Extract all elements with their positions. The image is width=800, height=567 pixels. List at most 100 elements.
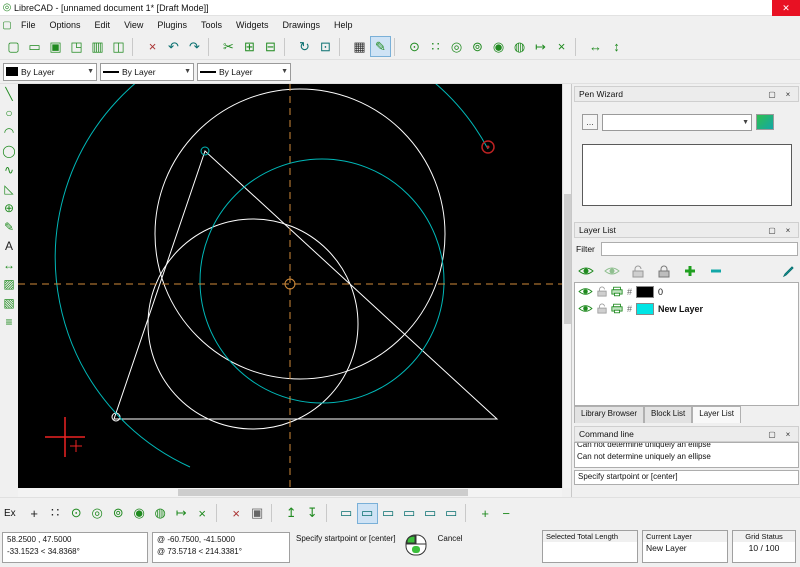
zoom-out-icon[interactable]: − bbox=[496, 503, 517, 524]
relative-zero-icon[interactable]: + bbox=[24, 503, 45, 524]
dock-float-icon[interactable]: ▢ bbox=[766, 88, 778, 100]
snap-center-icon[interactable]: ◉ bbox=[488, 36, 509, 57]
dimension-icon[interactable]: ↔ bbox=[0, 255, 18, 274]
layer-list[interactable]: # 0 # New Layer bbox=[574, 282, 799, 406]
draw-order-raise-icon[interactable]: ▭ bbox=[356, 502, 378, 524]
command-input[interactable]: Specify startpoint or [center] bbox=[574, 470, 799, 485]
layer-name[interactable]: 0 bbox=[658, 287, 663, 297]
cut-icon[interactable]: ✂ bbox=[218, 36, 239, 57]
menu-drawings[interactable]: Drawings bbox=[275, 18, 327, 32]
pen-linetype-combobox[interactable]: By Layer ▼ bbox=[197, 62, 291, 81]
vertical-scrollbar-thumb[interactable] bbox=[564, 194, 571, 324]
tab-layer-list[interactable]: Layer List bbox=[692, 406, 741, 423]
layer-row[interactable]: # New Layer bbox=[575, 300, 798, 317]
zoom-in-icon[interactable]: + bbox=[475, 503, 496, 524]
snap-grid-icon[interactable]: ∷ bbox=[425, 36, 446, 57]
layer-row[interactable]: # 0 bbox=[575, 283, 798, 300]
grid-toggle-icon[interactable]: ▦ bbox=[349, 36, 370, 57]
horizontal-scrollbar-thumb[interactable] bbox=[178, 489, 468, 496]
pencil-icon[interactable]: ✎ bbox=[0, 217, 18, 236]
hatch-icon[interactable]: ▨ bbox=[0, 274, 18, 293]
dock-close-icon[interactable]: × bbox=[782, 224, 794, 236]
horizontal-scrollbar[interactable] bbox=[18, 488, 562, 497]
pen-wizard-combobox[interactable]: ▼ bbox=[602, 113, 752, 131]
lock-all-layers-icon[interactable] bbox=[654, 262, 674, 280]
layer-print-icon[interactable] bbox=[611, 286, 623, 297]
zoom-redraw-icon[interactable]: ↻ bbox=[294, 36, 315, 57]
image-icon[interactable]: ▧ bbox=[0, 293, 18, 312]
menu-widgets[interactable]: Widgets bbox=[229, 18, 276, 32]
dock-float-icon[interactable]: ▢ bbox=[766, 428, 778, 440]
save-as-icon[interactable]: ◳ bbox=[66, 36, 87, 57]
snap-middle-icon[interactable]: ◍ bbox=[509, 36, 530, 57]
draft-mode-icon[interactable]: ✎ bbox=[370, 36, 391, 57]
pen-wizard-options-button[interactable]: … bbox=[582, 114, 598, 130]
dock-float-icon[interactable]: ▢ bbox=[766, 224, 778, 236]
open-document-icon[interactable]: ▭ bbox=[24, 36, 45, 57]
menu-help[interactable]: Help bbox=[327, 18, 360, 32]
zoom-window-icon[interactable]: ⊡ bbox=[315, 36, 336, 57]
arc-icon[interactable]: ◠ bbox=[0, 122, 18, 141]
restrict-horizontal-icon[interactable]: ↔ bbox=[585, 36, 606, 57]
dock-close-icon[interactable]: × bbox=[782, 88, 794, 100]
new-document-icon[interactable]: ▢ bbox=[3, 36, 24, 57]
snap-distance-icon[interactable]: ↦ bbox=[530, 36, 551, 57]
pen-wizard-color-button[interactable] bbox=[756, 114, 774, 130]
layer-filter-input[interactable] bbox=[600, 242, 798, 256]
redo-icon[interactable]: ↷ bbox=[184, 36, 205, 57]
line-icon[interactable]: ╲ bbox=[0, 84, 18, 103]
pen-width-combobox[interactable]: By Layer ▼ bbox=[100, 62, 194, 81]
dock-close-icon[interactable]: × bbox=[782, 428, 794, 440]
restrict-vertical-icon[interactable]: ↕ bbox=[606, 36, 627, 57]
circle-icon[interactable]: ○ bbox=[0, 103, 18, 122]
text-icon[interactable]: A bbox=[0, 236, 18, 255]
menu-edit[interactable]: Edit bbox=[88, 18, 118, 32]
show-all-layers-eye-icon[interactable] bbox=[576, 262, 596, 280]
drawing-canvas[interactable] bbox=[18, 84, 562, 488]
close-window-button[interactable]: ✕ bbox=[772, 0, 800, 16]
pen-color-combobox[interactable]: By Layer ▼ bbox=[3, 62, 97, 81]
statusbar-toggle-icon[interactable]: ▭ bbox=[441, 503, 462, 524]
snap-middle-icon[interactable]: ◍ bbox=[150, 503, 171, 524]
command-history[interactable]: Can not determine uniquely an ellipse Ca… bbox=[574, 442, 799, 468]
pen-wizard-listbox[interactable] bbox=[582, 144, 792, 206]
layer-construction-icon[interactable]: # bbox=[627, 304, 632, 314]
undo-icon[interactable]: ↶ bbox=[163, 36, 184, 57]
draw-order-top-icon[interactable]: ▭ bbox=[336, 503, 357, 524]
snap-intersection-icon[interactable]: × bbox=[551, 36, 572, 57]
paste-icon[interactable]: ⊟ bbox=[260, 36, 281, 57]
snap-free-icon[interactable]: ⊙ bbox=[66, 503, 87, 524]
draw-order-bottom-icon[interactable]: ▭ bbox=[399, 503, 420, 524]
spline-icon[interactable]: ∿ bbox=[0, 160, 18, 179]
print-icon[interactable]: ▥ bbox=[87, 36, 108, 57]
restrict-horizontal-icon[interactable]: ↧ bbox=[302, 503, 323, 524]
draw-order-lower-icon[interactable]: ▭ bbox=[378, 503, 399, 524]
snap-on-entity-icon[interactable]: ⊚ bbox=[467, 36, 488, 57]
layer-visible-eye-icon[interactable] bbox=[578, 303, 593, 314]
menu-file[interactable]: File bbox=[14, 18, 43, 32]
snap-center-icon[interactable]: ◉ bbox=[129, 503, 150, 524]
tab-block-list[interactable]: Block List bbox=[644, 406, 693, 423]
remove-layer-button[interactable] bbox=[706, 262, 726, 280]
menu-tools[interactable]: Tools bbox=[194, 18, 229, 32]
snap-endpoint-icon[interactable]: ◎ bbox=[87, 503, 108, 524]
add-layer-button[interactable] bbox=[680, 262, 700, 280]
fullscreen-icon[interactable]: ▭ bbox=[420, 503, 441, 524]
layer-lock-icon[interactable] bbox=[597, 303, 607, 314]
modify-layer-pencil-icon[interactable] bbox=[778, 262, 798, 280]
layer-construction-icon[interactable]: # bbox=[627, 287, 632, 297]
save-icon[interactable]: ▣ bbox=[45, 36, 66, 57]
layer-name[interactable]: New Layer bbox=[658, 304, 703, 314]
copy-icon[interactable]: ⊞ bbox=[239, 36, 260, 57]
menu-plugins[interactable]: Plugins bbox=[150, 18, 194, 32]
layer-color-swatch[interactable] bbox=[636, 285, 655, 298]
tab-library-browser[interactable]: Library Browser bbox=[574, 406, 645, 423]
layer-visible-eye-icon[interactable] bbox=[578, 286, 593, 297]
ellipse-icon[interactable]: ◯ bbox=[0, 141, 18, 160]
restrict-nothing-icon[interactable]: × bbox=[226, 503, 247, 524]
snap-distance-icon[interactable]: ↦ bbox=[171, 503, 192, 524]
unlock-all-layers-icon[interactable] bbox=[628, 262, 648, 280]
layer-lock-icon[interactable] bbox=[597, 286, 607, 297]
insert-icon[interactable]: ⊕ bbox=[0, 198, 18, 217]
menu-options[interactable]: Options bbox=[43, 18, 88, 32]
